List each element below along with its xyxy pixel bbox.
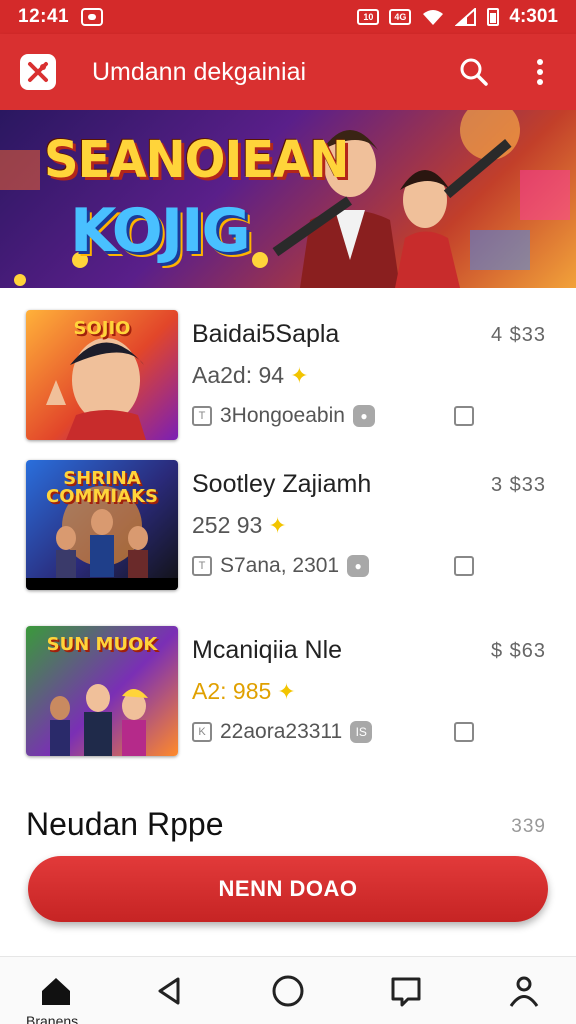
item-rating-text: A2: 985 [192,678,272,704]
app-bar: Umdann dekgainiai [0,34,576,110]
app-title: Umdann dekgainiai [92,57,307,86]
status-right-text: 4:301 [509,6,558,27]
status-bar: 12:41 10 4G 4:301 [0,0,576,34]
item-meta-text: 3Hongoeabin [220,404,345,427]
thumb-label: SHRINA COMMIAKS [46,468,158,507]
item-price: 3 $33 [490,474,546,496]
app-logo-icon[interactable] [20,54,56,90]
more-vert-icon[interactable] [524,56,556,88]
item-title: Sootley Zajiamh [192,470,372,498]
battery-icon [487,8,500,26]
item-rating-text: 252 93 [192,512,263,538]
circle-home-icon[interactable] [268,973,308,1013]
banner-subtitle: KOJIG [70,196,251,266]
thumb-label: SUN MUOK [46,634,158,655]
list-item[interactable]: SUN MUOK Mcaniqiia Nle A2: 985 ✦ K 22aor… [0,616,576,756]
wifi-icon [423,10,444,25]
item-meta-text: S7ana, 2301 [220,554,340,577]
item-price: 4 $33 [490,324,546,346]
star-icon: ✦ [290,362,309,388]
status-time: 12:41 [18,6,70,27]
item-rating: Aa2d: 94 ✦ [192,362,309,389]
signal-icon [455,8,477,26]
game-thumbnail: SHRINA COMMIAKS [26,460,178,590]
status-right: 10 4G 4:301 [357,6,558,28]
badge-icon: IS [350,721,373,743]
notification-icon [81,8,104,26]
item-meta-text: 22aora23311 [220,720,343,743]
section-title: Neudan Rppe [26,806,224,842]
item-meta: T S7ana, 2301 ● [192,554,370,578]
section-count: 339 [511,816,546,837]
bookmark-icon[interactable] [454,406,474,426]
nav-home-label: Branens [26,1013,79,1024]
item-price: $ $63 [490,640,546,662]
item-meta: T 3Hongoeabin ● [192,404,375,428]
profile-icon[interactable] [504,973,544,1013]
status-box-a: 10 [357,9,380,25]
tag-icon: T [192,406,212,426]
back-icon[interactable] [150,973,190,1013]
item-rating: A2: 985 ✦ [192,678,296,705]
badge-icon: ● [352,405,375,427]
game-thumbnail: SUN MUOK [26,626,178,756]
item-rating-text: Aa2d: 94 [192,362,285,388]
thumb-label: SOJIO [73,318,131,339]
cta-button[interactable]: NENN DOAO [28,856,548,922]
tag-icon: T [192,556,212,576]
search-icon[interactable] [458,56,490,88]
tag-icon: K [192,722,212,742]
star-icon: ✦ [268,512,287,538]
list-item[interactable]: SHRINA COMMIAKS Sootley Zajiamh 252 93 ✦… [0,450,576,590]
badge-icon: ● [347,555,370,577]
promo-banner[interactable]: SEANOIEAN KOJIG [0,110,576,288]
star-icon: ✦ [277,678,296,704]
item-title: Mcaniqiia Nle [192,636,343,664]
banner-title: SEANOIEAN [44,130,349,190]
game-thumbnail: SOJIO [26,310,178,440]
item-meta: K 22aora23311 IS [192,720,373,744]
list-item[interactable]: SOJIO Baidai5Sapla Aa2d: 94 ✦ T 3Hongoea… [0,300,576,440]
bookmark-icon[interactable] [454,556,474,576]
bottom-nav: Branens [0,956,576,1024]
item-title: Baidai5Sapla [192,320,340,348]
status-box-b: 4G [389,9,412,25]
bookmark-icon[interactable] [454,722,474,742]
recents-icon[interactable] [386,973,426,1013]
home-icon[interactable] [36,973,76,1013]
item-rating: 252 93 ✦ [192,512,287,539]
